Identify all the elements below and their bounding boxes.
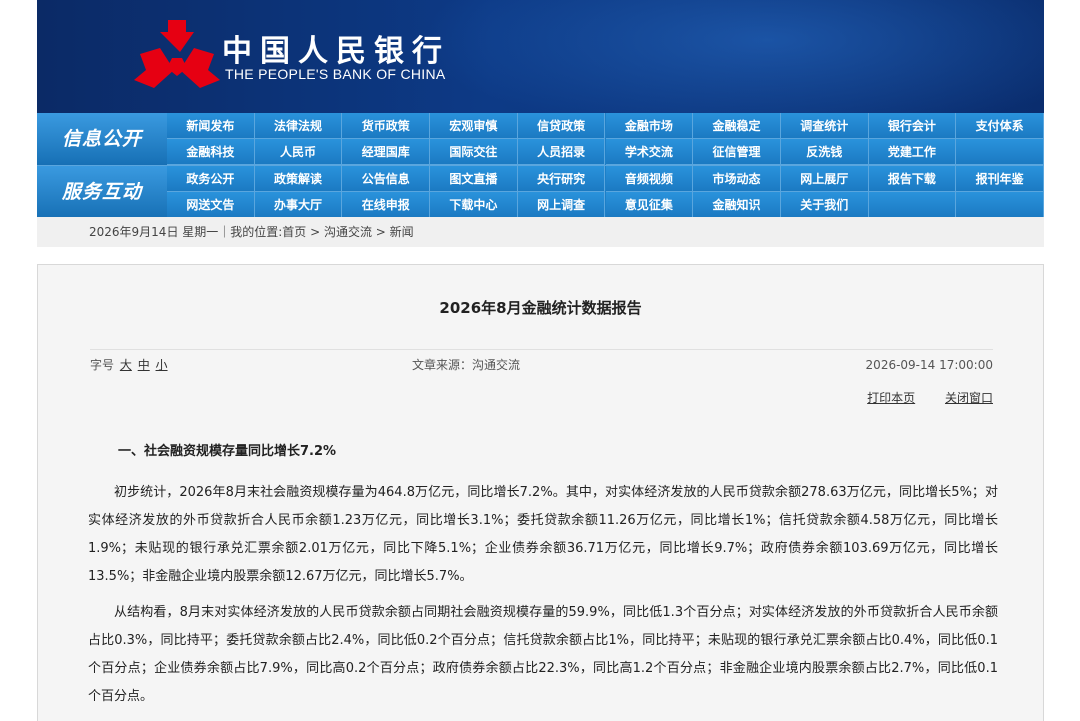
- font-small-link[interactable]: 小: [156, 358, 168, 372]
- article-paragraph: 从结构看，8月末对实体经济发放的人民币贷款余额占同期社会融资规模存量的59.9%…: [88, 605, 998, 704]
- bank-name-en: THE PEOPLE'S BANK OF CHINA: [225, 66, 446, 82]
- nav-item[interactable]: 政策解读: [254, 166, 343, 192]
- nav-item[interactable]: 金融知识: [693, 192, 781, 218]
- page: 中国人民银行 THE PEOPLE'S BANK OF CHINA 信息公开 新…: [0, 0, 1080, 721]
- nav-item[interactable]: 经理国库: [342, 139, 431, 165]
- font-medium-link[interactable]: 中: [138, 358, 150, 372]
- nav-item[interactable]: 网送文告: [167, 192, 255, 218]
- nav-item[interactable]: 在线申报: [342, 192, 431, 218]
- bank-name-cn: 中国人民银行: [222, 34, 450, 69]
- article-paragraph: 初步统计，2026年8月末社会融资规模存量为464.8万亿元，同比增长7.2%。…: [88, 485, 998, 584]
- nav-item[interactable]: 支付体系: [956, 113, 1044, 139]
- print-link[interactable]: 打印本页: [867, 391, 915, 405]
- main-nav: 信息公开 新闻发布 法律法规 货币政策 宏观审慎 信贷政策 金融市场 金融稳定 调查统计 银行会…: [37, 113, 1044, 218]
- article-tools: 打印本页 关闭窗口: [841, 389, 993, 406]
- nav-item[interactable]: 报刊年鉴: [956, 166, 1044, 192]
- nav-item[interactable]: 图文直播: [430, 166, 518, 192]
- nav-item[interactable]: 金融市场: [605, 113, 694, 139]
- article-title: 2026年8月金融统计数据报告: [439, 299, 642, 317]
- nav-item[interactable]: 反洗钱: [780, 139, 869, 165]
- nav-item[interactable]: 公告信息: [342, 166, 431, 192]
- article-meta: 字号 大 中 小 文章来源：沟通交流 2026-09-14 17:00:00: [90, 349, 993, 377]
- nav-item[interactable]: 意见征集: [605, 192, 694, 218]
- nav-item[interactable]: 调查统计: [780, 113, 869, 139]
- nav-item[interactable]: 下载中心: [430, 192, 518, 218]
- nav-group-info: 信息公开 新闻发布 法律法规 货币政策 宏观审慎 信贷政策 金融市场 金融稳定 调查统计 银行会…: [37, 113, 1044, 165]
- nav-group-title-service[interactable]: 服务互动: [37, 166, 167, 218]
- close-window-link[interactable]: 关闭窗口: [945, 391, 993, 405]
- nav-item[interactable]: 国际交往: [430, 139, 518, 165]
- breadcrumb: 2026年9月14日 星期一｜我的位置:首页 > 沟通交流 > 新闻: [37, 217, 1044, 247]
- nav-item[interactable]: 办事大厅: [254, 192, 343, 218]
- nav-item[interactable]: 金融稳定: [693, 113, 781, 139]
- nav-items-service: 政务公开 政策解读 公告信息 图文直播 央行研究 音频视频 市场动态 网上展厅 报告下载 报刊年鉴…: [167, 166, 1044, 218]
- nav-item[interactable]: 音频视频: [605, 166, 694, 192]
- article-panel: 2026年8月金融统计数据报告 字号 大 中 小 文章来源：沟通交流 2026-…: [37, 264, 1044, 721]
- nav-item[interactable]: 网上展厅: [780, 166, 869, 192]
- nav-item-empty: [956, 139, 1044, 165]
- nav-item[interactable]: 宏观审慎: [430, 113, 518, 139]
- font-size-switcher: 字号 大 中 小: [90, 350, 168, 380]
- header-banner: 中国人民银行 THE PEOPLE'S BANK OF CHINA: [37, 0, 1044, 113]
- section-heading: 一、社会融资规模存量同比增长7.2%: [118, 444, 337, 459]
- nav-item[interactable]: 金融科技: [167, 139, 255, 165]
- nav-item-empty: [868, 192, 957, 218]
- nav-item[interactable]: 党建工作: [868, 139, 957, 165]
- pboc-emblem-icon: [134, 20, 220, 88]
- nav-group-service: 服务互动 政务公开 政策解读 公告信息 图文直播 央行研究 音频视频 市场动态 网上展厅 报告下…: [37, 165, 1044, 218]
- nav-item[interactable]: 法律法规: [254, 113, 343, 139]
- nav-group-title-info[interactable]: 信息公开: [37, 113, 167, 165]
- nav-item[interactable]: 市场动态: [693, 166, 781, 192]
- nav-item[interactable]: 新闻发布: [167, 113, 255, 139]
- nav-item[interactable]: 银行会计: [868, 113, 957, 139]
- nav-items-info: 新闻发布 法律法规 货币政策 宏观审慎 信贷政策 金融市场 金融稳定 调查统计 银行会计 支付体系…: [167, 113, 1044, 165]
- nav-item[interactable]: 央行研究: [517, 166, 606, 192]
- nav-item[interactable]: 学术交流: [605, 139, 694, 165]
- nav-item[interactable]: 人民币: [254, 139, 343, 165]
- nav-item-empty: [956, 192, 1044, 218]
- font-size-label: 字号: [90, 358, 115, 372]
- nav-item[interactable]: 货币政策: [342, 113, 431, 139]
- nav-item[interactable]: 人员招录: [517, 139, 606, 165]
- article-datetime: 2026-09-14 17:00:00: [865, 358, 993, 372]
- font-large-link[interactable]: 大: [120, 358, 132, 372]
- nav-item[interactable]: 征信管理: [693, 139, 781, 165]
- article-source: 文章来源：沟通交流: [412, 358, 521, 372]
- nav-item[interactable]: 网上调查: [517, 192, 606, 218]
- nav-item[interactable]: 报告下载: [868, 166, 957, 192]
- nav-item[interactable]: 信贷政策: [517, 113, 606, 139]
- nav-item[interactable]: 关于我们: [780, 192, 869, 218]
- nav-item[interactable]: 政务公开: [167, 166, 255, 192]
